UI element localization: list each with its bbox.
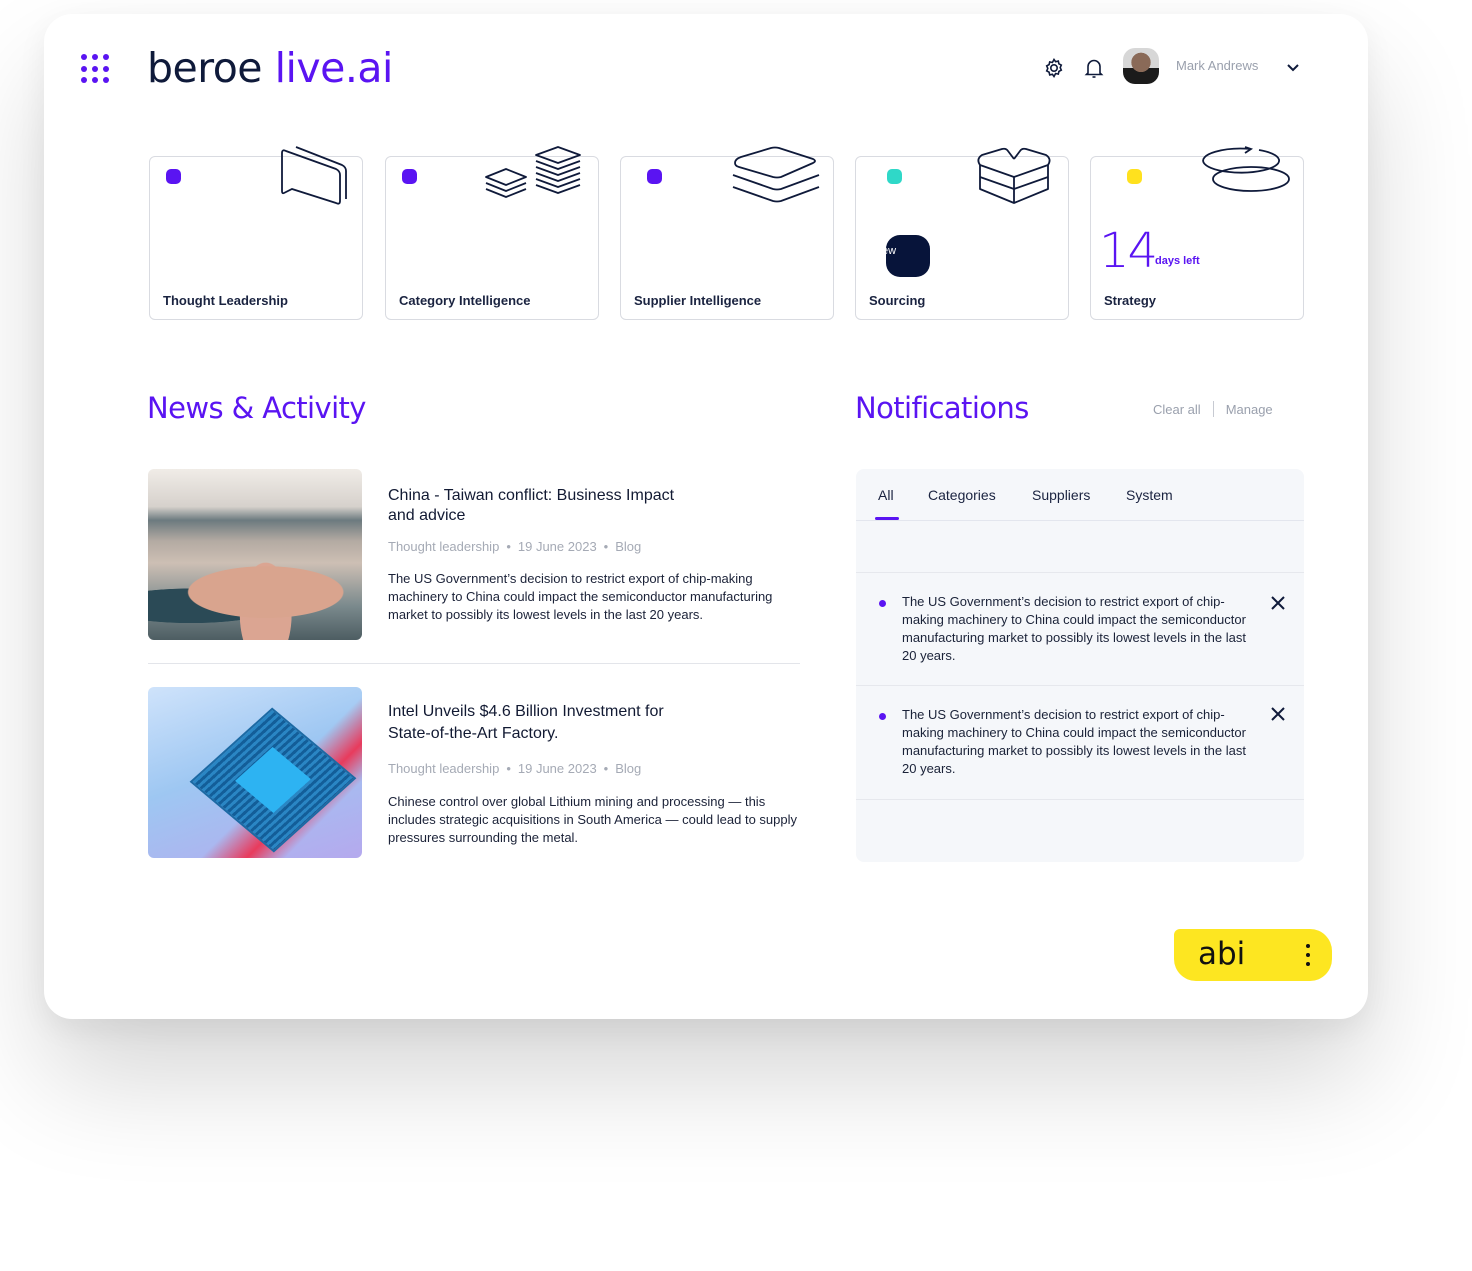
close-icon[interactable] xyxy=(1270,595,1286,611)
user-name[interactable]: Mark Andrews xyxy=(1176,58,1258,73)
tile-label: Thought Leadership xyxy=(163,293,288,308)
tile-sourcing[interactable]: ew Sourcing xyxy=(855,147,1069,320)
unread-dot xyxy=(879,713,886,720)
days-left-label: days left xyxy=(1155,255,1200,267)
tile-strategy[interactable]: 14 days left Strategy xyxy=(1090,146,1304,320)
meta-bullet: • xyxy=(603,539,609,554)
days-left-count: 14 xyxy=(1099,223,1158,279)
logo[interactable]: beroe live.ai xyxy=(147,44,393,92)
tile-label: Supplier Intelligence xyxy=(634,293,762,308)
news-item-title[interactable]: Intel Unveils $4.6 Billion Investment fo… xyxy=(388,701,688,745)
new-badge: ew xyxy=(886,235,930,277)
news-category: Thought leadership xyxy=(388,539,500,554)
news-category: Thought leadership xyxy=(388,761,500,776)
tile-label: Strategy xyxy=(1104,293,1157,308)
tile-dot xyxy=(166,169,181,184)
tab-system[interactable]: System xyxy=(1126,487,1173,503)
tab-categories[interactable]: Categories xyxy=(928,487,996,503)
tile-dot xyxy=(647,169,662,184)
stacked-layers-icon xyxy=(485,146,581,198)
active-tab-indicator xyxy=(875,517,899,520)
notification-item[interactable]: The US Government’s decision to restrict… xyxy=(856,572,1304,685)
tile-label: Category Intelligence xyxy=(399,293,531,308)
tile-dot xyxy=(887,169,902,184)
cpu-chip-image[interactable] xyxy=(148,687,362,858)
layers-icon xyxy=(732,146,820,203)
news-item-body: The US Government’s decision to restrict… xyxy=(388,571,773,622)
news-type: Blog xyxy=(615,539,642,554)
tab-suppliers[interactable]: Suppliers xyxy=(1032,487,1090,503)
avatar[interactable] xyxy=(1123,48,1159,84)
grid-dots-icon[interactable] xyxy=(81,54,111,84)
news-item-title[interactable]: China - Taiwan conflict: Business Impact… xyxy=(388,486,688,526)
tile-supplier-intelligence[interactable]: Supplier Intelligence xyxy=(620,146,834,320)
news-date: 19 June 2023 xyxy=(517,539,597,554)
notification-item[interactable]: The US Government’s decision to restrict… xyxy=(856,685,1304,798)
close-icon[interactable] xyxy=(1270,706,1286,722)
news-item-meta: Thought leadership • 19 June 2023 • Blog xyxy=(388,539,641,554)
news-date: 19 June 2023 xyxy=(517,761,597,776)
app-window: beroe live.ai Mark Andrews Thought Leade… xyxy=(44,14,1368,1019)
notification-text: The US Government’s decision to restrict… xyxy=(902,594,1246,663)
abi-assistant-button[interactable]: abi xyxy=(1174,929,1332,981)
meta-bullet: • xyxy=(603,761,609,776)
notification-actions: Clear all Manage xyxy=(1153,401,1273,417)
chip-graphic xyxy=(189,707,357,853)
more-vertical-icon[interactable] xyxy=(1306,944,1310,966)
divider xyxy=(148,663,800,664)
notifications-panel: All Categories Suppliers System The US G… xyxy=(856,469,1304,862)
manage-button[interactable]: Manage xyxy=(1226,402,1273,417)
notifications-title: Notifications xyxy=(855,391,1029,425)
news-type: Blog xyxy=(615,761,642,776)
divider xyxy=(1212,401,1214,417)
meta-bullet: • xyxy=(506,761,511,776)
abi-label: abi xyxy=(1198,936,1246,972)
clear-all-button[interactable]: Clear all xyxy=(1153,402,1201,417)
speech-bubbles-icon xyxy=(281,146,347,205)
tile-dot xyxy=(1127,169,1142,184)
divider xyxy=(856,799,1304,800)
notification-text: The US Government’s decision to restrict… xyxy=(902,707,1246,776)
tile-thought-leadership[interactable]: Thought Leadership xyxy=(149,146,363,320)
news-item-body: Chinese control over global Lithium mini… xyxy=(388,794,797,845)
rotate-discs-icon xyxy=(1202,146,1290,192)
logo-liveai: live.ai xyxy=(274,44,394,92)
gear-icon[interactable] xyxy=(1042,56,1066,80)
news-title: News & Activity xyxy=(147,391,366,425)
tile-dot xyxy=(402,169,417,184)
logo-beroe: beroe xyxy=(147,44,263,92)
news-item-meta: Thought leadership • 19 June 2023 • Blog xyxy=(388,761,641,776)
tab-all[interactable]: All xyxy=(878,487,894,503)
tile-category-intelligence[interactable]: Category Intelligence xyxy=(385,146,599,320)
chevron-down-icon[interactable] xyxy=(1284,58,1302,76)
tile-label: Sourcing xyxy=(869,293,926,308)
unread-dot xyxy=(879,600,886,607)
notification-tabs: All Categories Suppliers System xyxy=(856,469,1304,521)
airport-aerial-image[interactable] xyxy=(148,469,362,640)
meta-bullet: • xyxy=(506,539,511,554)
open-box-icon xyxy=(977,147,1051,204)
new-badge-text: ew xyxy=(886,245,897,257)
bell-icon[interactable] xyxy=(1082,56,1106,80)
